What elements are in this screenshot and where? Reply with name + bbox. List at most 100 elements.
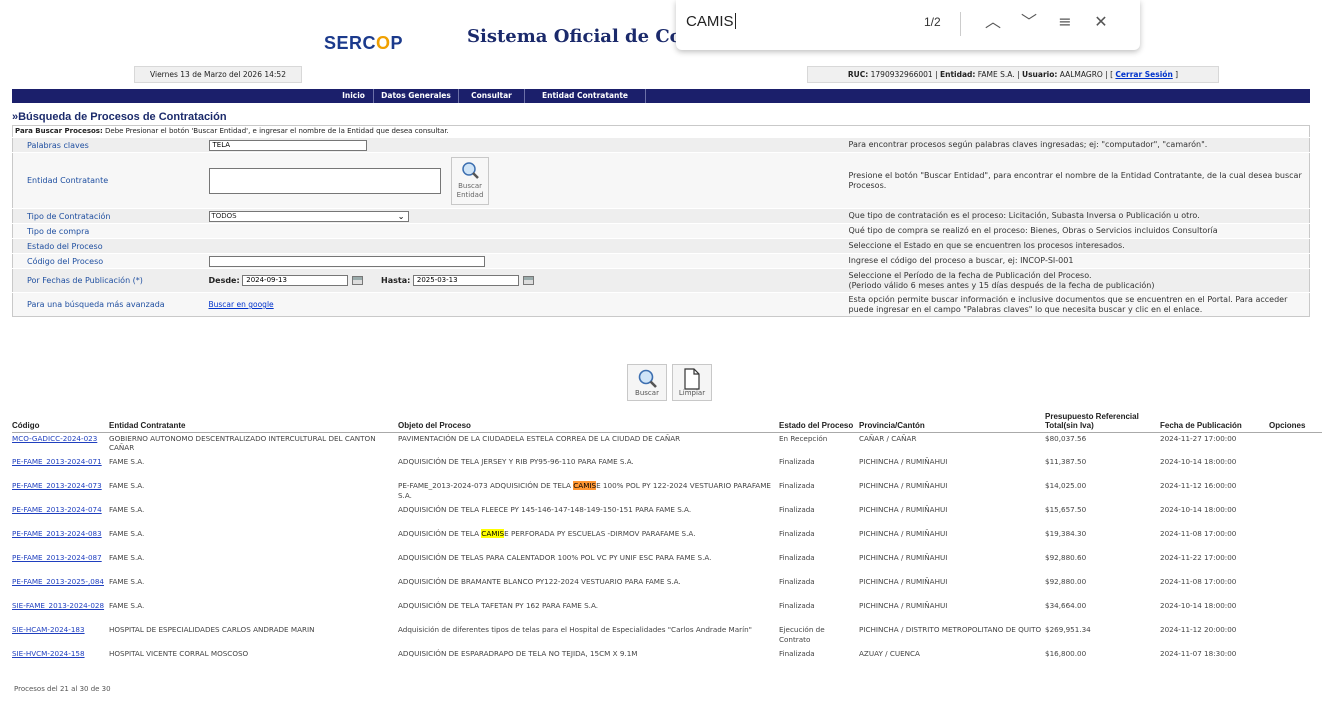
keywords-help: Para encontrar procesos según palabras c… bbox=[848, 137, 1310, 153]
date-cell: 2024-11-07 18:30:00 bbox=[1160, 649, 1237, 658]
state-cell: Finalizada bbox=[779, 481, 815, 490]
contract-type-select[interactable]: TODOS ⌄ bbox=[208, 210, 409, 222]
process-code-link[interactable]: PE-FAME_2013-2024-083 bbox=[12, 529, 102, 538]
budget-cell: $92,880.00 bbox=[1045, 577, 1087, 586]
filter-icon[interactable]: ≡ bbox=[1054, 11, 1076, 33]
process-code-cell: SIE-HVCM-2024-158 bbox=[12, 648, 109, 672]
col-header: Código bbox=[12, 406, 109, 433]
purchase-type-label: Tipo de compra bbox=[12, 223, 209, 239]
logout-link[interactable]: Cerrar Sesión bbox=[1115, 70, 1172, 79]
main-nav: Inicio Datos Generales Consultar Entidad… bbox=[12, 89, 1310, 103]
budget-cell: $14,025.00 bbox=[1045, 481, 1087, 490]
calendar-icon[interactable] bbox=[352, 276, 364, 285]
search-section-title: »Búsqueda de Procesos de Contratación bbox=[12, 111, 227, 123]
table-row: PE-FAME_2013-2024-071 FAME S.A. ADQUISICIÓ… bbox=[12, 456, 1322, 480]
entity-textarea[interactable] bbox=[208, 167, 441, 194]
state-cell: En Recepción bbox=[779, 433, 828, 443]
process-code-link[interactable]: PE-FAME_2013-2024-087 bbox=[12, 553, 102, 562]
close-icon[interactable]: ✕ bbox=[1090, 11, 1112, 33]
process-code-link[interactable]: PE-FAME_2013-2025-,084 bbox=[12, 577, 104, 586]
from-date-input[interactable]: 2024-09-13 bbox=[242, 275, 349, 286]
results-count: Procesos del 21 al 30 de 30 bbox=[14, 685, 111, 693]
budget-cell: $34,664.00 bbox=[1045, 601, 1087, 610]
entity-cell: HOSPITAL DE ESPECIALIDADES CARLOS ANDRAD… bbox=[109, 625, 315, 634]
chevron-down-icon[interactable]: ﹀ bbox=[1018, 11, 1040, 33]
to-label: Hasta: bbox=[381, 276, 411, 285]
search-button[interactable]: Buscar bbox=[627, 364, 667, 401]
process-code-input[interactable] bbox=[208, 255, 485, 267]
sercop-logo: SERCOP bbox=[324, 33, 404, 53]
table-row: SIE-HVCM-2024-158 HOSPITAL VICENTE CORRAL… bbox=[12, 648, 1322, 672]
find-input[interactable]: CAMIS bbox=[686, 13, 736, 30]
process-code-link[interactable]: SIE-HCAM-2024-183 bbox=[12, 625, 85, 634]
magnifier-icon bbox=[462, 161, 479, 179]
search-form: Palabras claves TELA Para encontrar proc… bbox=[12, 137, 1310, 317]
state-cell: Finalizada bbox=[779, 649, 815, 658]
dates-help: Seleccione el Período de la fecha de Pub… bbox=[848, 268, 1310, 293]
clear-button[interactable]: Limpiar bbox=[672, 364, 712, 401]
magnifier-icon bbox=[638, 369, 657, 388]
find-match-count: 1/2 bbox=[924, 15, 941, 29]
col-header: Objeto del Proceso bbox=[398, 406, 779, 433]
date-cell: 2024-10-14 18:00:00 bbox=[1160, 457, 1237, 466]
contract-type-label: Tipo de Contratación bbox=[12, 208, 209, 224]
process-code-link[interactable]: MCO-GADICC-2024-023 bbox=[12, 434, 97, 443]
province-cell: PICHINCHA / DISTRITO METROPOLITANO DE QU… bbox=[859, 625, 1042, 634]
process-code-link[interactable]: PE-FAME_2013-2024-074 bbox=[12, 505, 102, 514]
table-row: PE-FAME_2013-2024-074 FAME S.A. ADQUISICIÓ… bbox=[12, 504, 1322, 528]
nav-datos-generales[interactable]: Datos Generales bbox=[374, 89, 459, 103]
purchase-type-help: Qué tipo de compra se realizó en el proc… bbox=[848, 223, 1310, 239]
advanced-search-label: Para una búsqueda más avanzada bbox=[12, 292, 209, 317]
budget-cell: $15,657.50 bbox=[1045, 505, 1087, 514]
table-row: PE-FAME_2013-2024-073 FAME S.A. PE-FAME_20… bbox=[12, 480, 1322, 504]
nav-inicio[interactable]: Inicio bbox=[334, 89, 374, 103]
state-cell: Ejecución de Contrato bbox=[779, 625, 825, 644]
keywords-input[interactable]: TELA bbox=[208, 139, 367, 151]
calendar-icon[interactable] bbox=[522, 276, 534, 285]
search-entity-button[interactable]: Buscar Entidad bbox=[451, 156, 490, 205]
google-search-link[interactable]: Buscar en google bbox=[209, 300, 274, 309]
province-cell: PICHINCHA / RUMIÑAHUI bbox=[859, 553, 948, 562]
date-cell: 2024-11-27 17:00:00 bbox=[1160, 433, 1237, 443]
process-code-link[interactable]: SIE-HVCM-2024-158 bbox=[12, 649, 85, 658]
budget-cell: $269,951.34 bbox=[1045, 625, 1091, 634]
province-cell: AZUAY / CUENCA bbox=[859, 649, 920, 658]
process-code-cell: PE-FAME_2013-2024-074 bbox=[12, 504, 109, 528]
col-header: Fecha de Publicación bbox=[1160, 406, 1269, 433]
date-cell: 2024-10-14 18:00:00 bbox=[1160, 505, 1237, 514]
state-cell: Finalizada bbox=[779, 529, 815, 538]
table-row: PE-FAME_2013-2025-,084 FAME S.A. ADQUISICI… bbox=[12, 576, 1322, 600]
date-cell: 2024-11-22 17:00:00 bbox=[1160, 553, 1237, 562]
state-cell: Finalizada bbox=[779, 577, 815, 586]
options-cell bbox=[1269, 600, 1322, 624]
process-code-cell: PE-FAME_2013-2024-083 bbox=[12, 528, 109, 552]
date-cell: 2024-11-12 20:00:00 bbox=[1160, 625, 1237, 634]
state-cell: Finalizada bbox=[779, 553, 815, 562]
date-cell: 2024-11-08 17:00:00 bbox=[1160, 529, 1237, 538]
process-code-cell: PE-FAME_2013-2024-073 bbox=[12, 480, 109, 504]
chevron-up-icon[interactable]: ︿ bbox=[982, 11, 1004, 33]
entity-cell: FAME S.A. bbox=[109, 457, 145, 466]
budget-cell: $92,880.60 bbox=[1045, 553, 1087, 562]
table-row: SIE-FAME_2013-2024-028 FAME S.A. ADQUISICI… bbox=[12, 600, 1322, 624]
object-cell: ADQUISICIÓN DE TELA CAMISE PERFORADA PY … bbox=[398, 529, 696, 538]
user-info: RUC: 1790932966001 | Entidad: FAME S.A. … bbox=[807, 66, 1219, 83]
to-date-input[interactable]: 2025-03-13 bbox=[412, 275, 519, 286]
process-code-link[interactable]: PE-FAME_2013-2024-071 bbox=[12, 457, 102, 466]
date-cell: 2024-11-08 17:00:00 bbox=[1160, 577, 1237, 586]
entity-cell: FAME S.A. bbox=[109, 505, 145, 514]
process-code-link[interactable]: SIE-FAME_2013-2024-028 bbox=[12, 601, 104, 610]
process-code-link[interactable]: PE-FAME_2013-2024-073 bbox=[12, 481, 102, 490]
table-row: PE-FAME_2013-2024-083 FAME S.A. ADQUISICIÓ… bbox=[12, 528, 1322, 552]
date-cell: 2024-10-14 18:00:00 bbox=[1160, 601, 1237, 610]
entity-cell: GOBIERNO AUTONOMO DESCENTRALIZADO INTERC… bbox=[109, 433, 376, 453]
nav-entidad-contratante[interactable]: Entidad Contratante bbox=[525, 89, 646, 103]
state-cell: Finalizada bbox=[779, 457, 815, 466]
entity-cell: FAME S.A. bbox=[109, 577, 145, 586]
blank-page-icon bbox=[684, 368, 700, 390]
chevron-down-icon: ⌄ bbox=[397, 211, 405, 221]
object-cell: PAVIMENTACIÓN DE LA CIUDADELA ESTELA COR… bbox=[398, 433, 681, 443]
object-cell: ADQUISICIÓN DE TELA JERSEY Y RIB PY95-96… bbox=[398, 457, 634, 466]
table-row: MCO-GADICC-2024-023 GOBIERNO AUTONOMO DES… bbox=[12, 432, 1322, 456]
nav-consultar[interactable]: Consultar bbox=[459, 89, 525, 103]
